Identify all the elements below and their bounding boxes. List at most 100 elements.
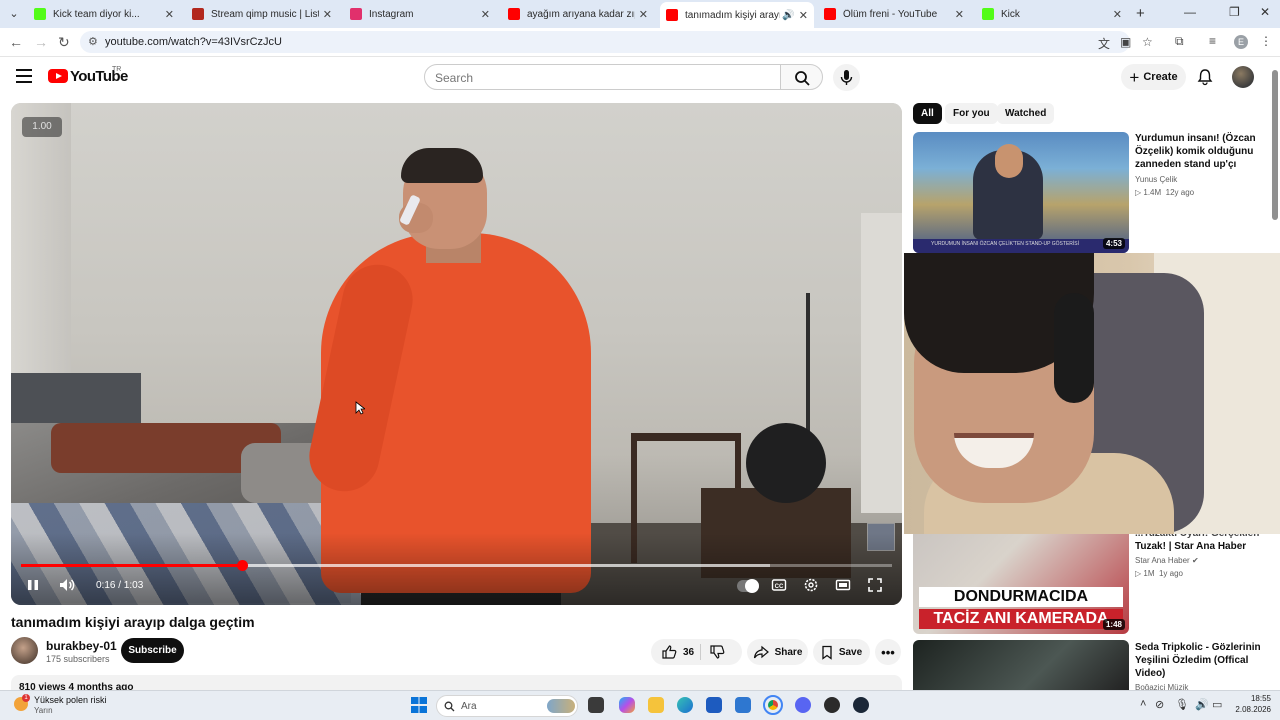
edge-browser-icon[interactable] (677, 697, 693, 713)
forward-arrow-icon[interactable]: → (34, 34, 48, 50)
fullscreen-icon[interactable] (867, 577, 883, 593)
recommended-channel[interactable]: Yunus Çelik (1135, 175, 1177, 184)
thumb-caption: TACİZ ANI KAMERADA (919, 609, 1123, 629)
translate-icon[interactable]: 文 (1098, 35, 1110, 52)
battery-icon[interactable]: ▭ (1212, 698, 1222, 711)
tab-list-icon[interactable]: ≡ (1209, 34, 1216, 48)
page-scrollbar[interactable] (1270, 60, 1280, 690)
recommended-title[interactable]: Seda Tripkolic - Gözlerinin Yeşilini Özl… (1135, 641, 1270, 680)
microphone-tray-icon[interactable]: 🎙 (1175, 698, 1189, 711)
tab-stream-music[interactable]: Stream qimp music | Listen to s ✕ (186, 3, 338, 25)
taskbar-search-input[interactable]: Ara (436, 695, 578, 717)
channel-name[interactable]: burakbey-01 (46, 639, 117, 653)
address-url[interactable]: youtube.com/watch?v=43IVsrCzJcU (105, 36, 282, 48)
steam-icon[interactable] (853, 697, 869, 713)
tab-olum-freni[interactable]: Ölüm freni - YouTube ✕ (818, 3, 970, 25)
site-info-icon[interactable]: ⚙ (88, 35, 98, 48)
tab-close-icon[interactable]: ✕ (165, 8, 174, 21)
tab-close-icon[interactable]: ✕ (1113, 8, 1122, 21)
tab-close-icon[interactable]: ✕ (799, 9, 808, 22)
settings-gear-icon[interactable] (803, 577, 819, 593)
tray-overflow-chevron-icon[interactable]: ˄ (1140, 698, 1146, 710)
extensions-icon[interactable]: ⧉ (1175, 34, 1184, 49)
tab-close-icon[interactable]: ✕ (955, 8, 964, 21)
chip-all[interactable]: All (913, 103, 942, 124)
video-scene-fan (746, 423, 826, 503)
search-button[interactable] (780, 64, 823, 90)
recommended-channel[interactable]: Star Ana Haber (1135, 556, 1190, 565)
chrome-icon[interactable] (763, 695, 783, 715)
volume-icon[interactable] (58, 577, 76, 593)
new-tab-plus-icon[interactable]: + (1136, 5, 1145, 22)
volume-tray-icon[interactable]: 🔊 (1195, 698, 1209, 711)
tab-instagram[interactable]: Instagram ✕ (344, 3, 496, 25)
streamer-webcam-overlay (904, 253, 1280, 534)
recommended-title[interactable]: Yurdumun insanı! (Özcan Özçelik) komik o… (1135, 132, 1270, 171)
voice-search-button[interactable] (833, 64, 860, 91)
youtube-favicon-icon (508, 8, 520, 20)
like-thumb-icon[interactable] (661, 644, 679, 660)
chip-watched[interactable]: Watched (997, 103, 1055, 124)
autoplay-toggle[interactable] (737, 579, 759, 593)
video-player[interactable]: 1.00 0:16 / 1:03 CC (11, 103, 902, 605)
outlook-icon[interactable] (735, 697, 751, 713)
browser-profile-avatar[interactable]: E (1234, 35, 1248, 49)
discord-icon[interactable] (795, 697, 811, 713)
more-actions-icon[interactable]: ••• (875, 639, 901, 665)
recommended-channel-row[interactable]: Star Ana Haber ✔ (1135, 556, 1199, 565)
search-input[interactable]: Search (424, 64, 781, 90)
tab-search-chevron-icon[interactable]: ⌄ (4, 4, 24, 24)
recommended-thumbnail[interactable] (913, 640, 1129, 690)
speaker-icon[interactable]: 🔊 (782, 10, 794, 21)
tab-close-icon[interactable]: ✕ (481, 8, 490, 21)
notifications-bell-icon[interactable] (1197, 68, 1213, 86)
pause-icon[interactable] (25, 577, 41, 593)
obs-icon[interactable] (824, 697, 840, 713)
cast-icon[interactable]: ▣ (1120, 35, 1131, 49)
copilot-icon[interactable] (619, 697, 635, 713)
account-avatar[interactable] (1232, 66, 1254, 88)
minimize-icon[interactable]: — (1184, 5, 1196, 19)
task-view-icon[interactable] (588, 697, 604, 713)
network-icon[interactable]: ⊘ (1155, 698, 1164, 711)
save-button[interactable]: Save (813, 639, 870, 665)
recommended-thumbnail[interactable]: YURDUMUN İNSANI ÖZCAN ÇELİK'TEN STAND-UP… (913, 132, 1129, 253)
scrollbar-thumb[interactable] (1272, 70, 1278, 220)
channel-avatar[interactable] (11, 637, 38, 664)
plus-icon: + (1129, 67, 1140, 87)
tab-youtube-ziplama[interactable]: ayağım arıyana kadar zıpladım ✕ (502, 3, 654, 25)
tab-close-icon[interactable]: ✕ (323, 8, 332, 21)
address-bar[interactable]: ⚙ youtube.com/watch?v=43IVsrCzJcU 文 ▣ ☆ (80, 31, 1153, 53)
restore-icon[interactable]: ❐ (1229, 5, 1240, 19)
subscribe-button[interactable]: Subscribe (121, 638, 184, 663)
share-button[interactable]: Share (747, 639, 808, 665)
progress-bar[interactable] (21, 560, 892, 571)
taskbar-time[interactable]: 18:55 (1233, 694, 1271, 703)
dislike-thumb-icon[interactable] (709, 644, 727, 660)
window-close-icon[interactable]: ✕ (1260, 5, 1270, 19)
weather-title[interactable]: Yüksek polen riski (34, 695, 107, 705)
create-button[interactable]: + Create (1121, 64, 1186, 90)
tab-close-icon[interactable]: ✕ (639, 8, 648, 21)
windows-start-icon[interactable] (411, 697, 427, 713)
browser-menu-icon[interactable]: ⋮ (1260, 34, 1272, 48)
tab-title: Instagram (369, 8, 414, 20)
hamburger-menu-icon[interactable] (16, 69, 32, 87)
like-count[interactable]: 36 (683, 647, 694, 658)
captions-icon[interactable]: CC (771, 577, 787, 593)
taskbar-date[interactable]: 2.08.2026 (1227, 705, 1271, 714)
youtube-logo-icon[interactable] (48, 69, 68, 83)
microsoft-store-icon[interactable] (706, 697, 722, 713)
chip-for-you[interactable]: For you (945, 103, 998, 124)
recommended-title[interactable]: Tuzak! | Star Ana Haber (1135, 540, 1270, 553)
file-explorer-icon[interactable] (648, 697, 664, 713)
bookmark-star-icon[interactable]: ☆ (1142, 35, 1153, 49)
tab-title: Stream qimp music | Listen to s (211, 8, 319, 20)
tab-kick[interactable]: Kick ✕ (976, 3, 1128, 25)
reload-icon[interactable]: ↻ (58, 34, 70, 51)
tab-youtube-active[interactable]: tanımadım kişiyi arayıp dalga 🔊 ✕ (660, 2, 814, 28)
back-arrow-icon[interactable]: ← (9, 34, 23, 50)
theater-mode-icon[interactable] (835, 577, 851, 593)
tab-kick-team[interactable]: Kick team diyor ki... ✕ (28, 3, 180, 25)
browser-toolbar: ← → ↻ ⚙ youtube.com/watch?v=43IVsrCzJcU … (0, 28, 1280, 57)
